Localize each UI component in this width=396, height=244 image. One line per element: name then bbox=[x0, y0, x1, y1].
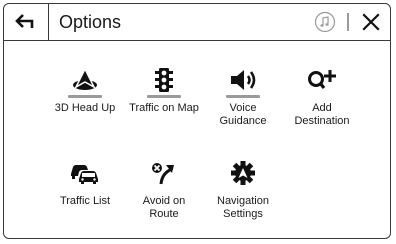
option-indicator-bar bbox=[226, 95, 260, 98]
option-avoid-on-route[interactable]: Avoid on Route bbox=[119, 160, 209, 221]
option-add-destination[interactable]: Add Destination bbox=[277, 67, 367, 128]
option-label: 3D Head Up bbox=[54, 102, 116, 114]
option-indicator-spacer bbox=[305, 95, 339, 98]
page-title: Options bbox=[59, 12, 122, 32]
close-button[interactable] bbox=[355, 7, 387, 37]
option-label: Traffic List bbox=[59, 195, 111, 207]
option-label: Traffic on Map bbox=[129, 102, 199, 114]
option-label: Voice Guidance bbox=[219, 102, 267, 127]
option-traffic-list[interactable]: Traffic List bbox=[40, 160, 130, 208]
option-label: Navigation Settings bbox=[217, 195, 269, 220]
option-voice-guidance[interactable]: Voice Guidance bbox=[198, 67, 288, 128]
header-divider bbox=[347, 13, 349, 31]
option-indicator-spacer bbox=[147, 188, 181, 191]
header-bar: Options bbox=[4, 4, 390, 41]
back-button[interactable] bbox=[4, 4, 49, 40]
music-button[interactable] bbox=[313, 10, 337, 34]
close-icon bbox=[362, 13, 380, 31]
add-destination-icon bbox=[305, 67, 339, 93]
option-indicator-spacer bbox=[226, 188, 260, 191]
option-label: Add Destination bbox=[294, 102, 350, 127]
navigation-gear-icon bbox=[226, 160, 260, 186]
navigation-arrow-icon bbox=[68, 67, 102, 93]
music-note-icon bbox=[314, 11, 336, 33]
back-arrow-icon bbox=[15, 14, 34, 28]
option-label: Avoid on Route bbox=[142, 195, 186, 220]
option-3d-head-up[interactable]: 3D Head Up bbox=[40, 67, 130, 115]
cars-icon bbox=[68, 160, 102, 186]
option-traffic-on-map[interactable]: Traffic on Map bbox=[119, 67, 209, 115]
avoid-route-icon bbox=[147, 160, 181, 186]
option-indicator-bar bbox=[68, 95, 102, 98]
option-indicator-bar bbox=[147, 95, 181, 98]
traffic-light-icon bbox=[147, 67, 181, 93]
speaker-icon bbox=[226, 67, 260, 93]
options-screen: Options 3D Head Up Traffic on Map Voice … bbox=[3, 3, 391, 239]
option-indicator-spacer bbox=[68, 188, 102, 191]
option-navigation-settings[interactable]: Navigation Settings bbox=[198, 160, 288, 221]
